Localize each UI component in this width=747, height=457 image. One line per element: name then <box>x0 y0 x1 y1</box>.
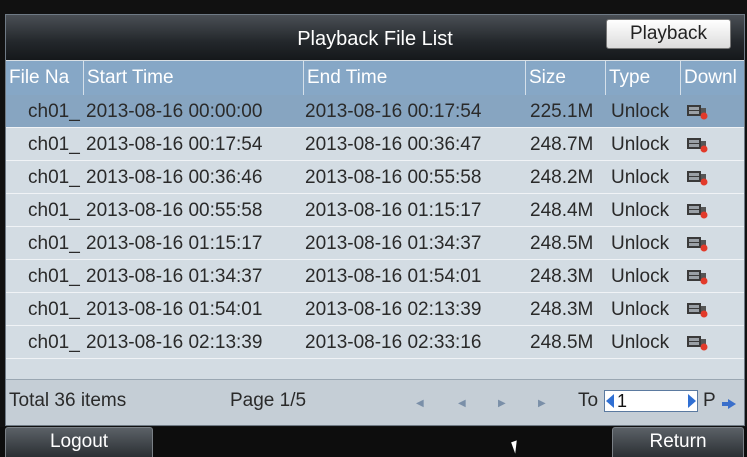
start-time-cell: 2013-08-16 01:15:17 <box>86 233 263 254</box>
start-time-cell: 2013-08-16 00:00:00 <box>86 101 263 122</box>
table-row[interactable]: ch01_ 2013-08-16 01:54:01 2013-08-16 02:13… <box>6 293 744 326</box>
type-cell: Unlock <box>611 101 670 122</box>
next-page-icon[interactable]: ▶ <box>498 398 506 409</box>
table-row[interactable]: ch01_ 2013-08-16 00:00:00 2013-08-16 00:17… <box>6 95 744 128</box>
file-name-cell: ch01_ <box>28 299 80 320</box>
return-button[interactable]: Return <box>612 427 744 457</box>
size-cell: 248.4M <box>530 200 594 221</box>
column-header-file-name[interactable]: File Na <box>6 61 84 95</box>
size-cell: 248.2M <box>530 167 594 188</box>
logout-button[interactable]: Logout <box>5 427 153 457</box>
download-icon[interactable] <box>686 202 710 219</box>
first-page-icon[interactable]: ◀ <box>416 398 424 409</box>
total-items-label: Total 36 items <box>9 390 127 411</box>
table-row[interactable]: ch01_ 2013-08-16 01:34:37 2013-08-16 01:54… <box>6 260 744 293</box>
playback-button[interactable]: Playback <box>606 19 731 49</box>
table-row[interactable]: ch01_ 2013-08-16 02:13:39 2013-08-16 02:33… <box>6 326 744 359</box>
prev-page-icon[interactable]: ◀ <box>458 398 466 409</box>
end-time-cell: 2013-08-16 00:17:54 <box>305 101 482 122</box>
end-time-cell: 2013-08-16 02:33:16 <box>305 332 482 353</box>
file-name-cell: ch01_ <box>28 200 80 221</box>
size-cell: 248.3M <box>530 266 594 287</box>
start-time-cell: 2013-08-16 00:36:46 <box>86 167 263 188</box>
size-cell: 248.5M <box>530 332 594 353</box>
titlebar: Playback File List Playback <box>6 15 744 60</box>
type-cell: Unlock <box>611 266 670 287</box>
start-time-cell: 2013-08-16 01:34:37 <box>86 266 263 287</box>
type-cell: Unlock <box>611 299 670 320</box>
type-cell: Unlock <box>611 167 670 188</box>
size-cell: 248.7M <box>530 134 594 155</box>
end-time-cell: 2013-08-16 00:55:58 <box>305 167 482 188</box>
download-icon[interactable] <box>686 301 710 318</box>
start-time-cell: 2013-08-16 01:54:01 <box>86 299 263 320</box>
type-cell: Unlock <box>611 200 670 221</box>
download-icon[interactable] <box>686 235 710 252</box>
increment-arrow-icon[interactable] <box>688 394 696 408</box>
column-header-start-time[interactable]: Start Time <box>84 61 304 95</box>
end-time-cell: 2013-08-16 01:15:17 <box>305 200 482 221</box>
type-cell: Unlock <box>611 233 670 254</box>
end-time-cell: 2013-08-16 00:36:47 <box>305 134 482 155</box>
size-cell: 248.3M <box>530 299 594 320</box>
decrement-arrow-icon[interactable] <box>606 394 614 408</box>
table-header: File Na Start Time End Time Size Type Do… <box>6 61 744 95</box>
playback-file-list-dialog: Playback File List Playback File Na Star… <box>5 14 745 426</box>
type-cell: Unlock <box>611 134 670 155</box>
download-icon[interactable] <box>686 268 710 285</box>
file-name-cell: ch01_ <box>28 134 80 155</box>
goto-page-value: 1 <box>617 391 628 411</box>
download-icon[interactable] <box>686 136 710 153</box>
page-indicator: Page 1/5 <box>230 390 307 411</box>
file-name-cell: ch01_ <box>28 233 80 254</box>
goto-label: To <box>578 390 599 411</box>
size-cell: 225.1M <box>530 101 594 122</box>
download-icon[interactable] <box>686 103 710 120</box>
type-cell: Unlock <box>611 332 670 353</box>
table-row[interactable]: ch01_ 2013-08-16 01:15:17 2013-08-16 01:34… <box>6 227 744 260</box>
goto-page-input[interactable]: 1 <box>604 390 698 412</box>
start-time-cell: 2013-08-16 00:17:54 <box>86 134 263 155</box>
table-row[interactable]: ch01_ 2013-08-16 00:55:58 2013-08-16 01:15… <box>6 194 744 227</box>
column-header-download[interactable]: Downl <box>681 61 744 95</box>
page-suffix-label: P <box>703 390 716 411</box>
file-name-cell: ch01_ <box>28 266 80 287</box>
column-header-type[interactable]: Type <box>606 61 681 95</box>
file-name-cell: ch01_ <box>28 167 80 188</box>
end-time-cell: 2013-08-16 02:13:39 <box>305 299 482 320</box>
column-header-end-time[interactable]: End Time <box>304 61 526 95</box>
frame: Playback File List Playback File Na Star… <box>0 0 747 457</box>
file-name-cell: ch01_ <box>28 332 80 353</box>
file-name-cell: ch01_ <box>28 101 80 122</box>
table-row[interactable]: ch01_ 2013-08-16 00:36:46 2013-08-16 00:55… <box>6 161 744 194</box>
download-icon[interactable] <box>686 169 710 186</box>
start-time-cell: 2013-08-16 00:55:58 <box>86 200 263 221</box>
start-time-cell: 2013-08-16 02:13:39 <box>86 332 263 353</box>
pagination-bar: Total 36 items Page 1/5 ◀ ◀ ▶ ▶ To 1 P <box>6 379 744 425</box>
last-page-icon[interactable]: ▶ <box>538 398 546 409</box>
end-time-cell: 2013-08-16 01:34:37 <box>305 233 482 254</box>
column-header-size[interactable]: Size <box>526 61 606 95</box>
download-icon[interactable] <box>686 334 710 351</box>
size-cell: 248.5M <box>530 233 594 254</box>
table-row[interactable]: ch01_ 2013-08-16 00:17:54 2013-08-16 00:36… <box>6 128 744 161</box>
go-arrow-icon[interactable] <box>722 399 736 409</box>
end-time-cell: 2013-08-16 01:54:01 <box>305 266 482 287</box>
